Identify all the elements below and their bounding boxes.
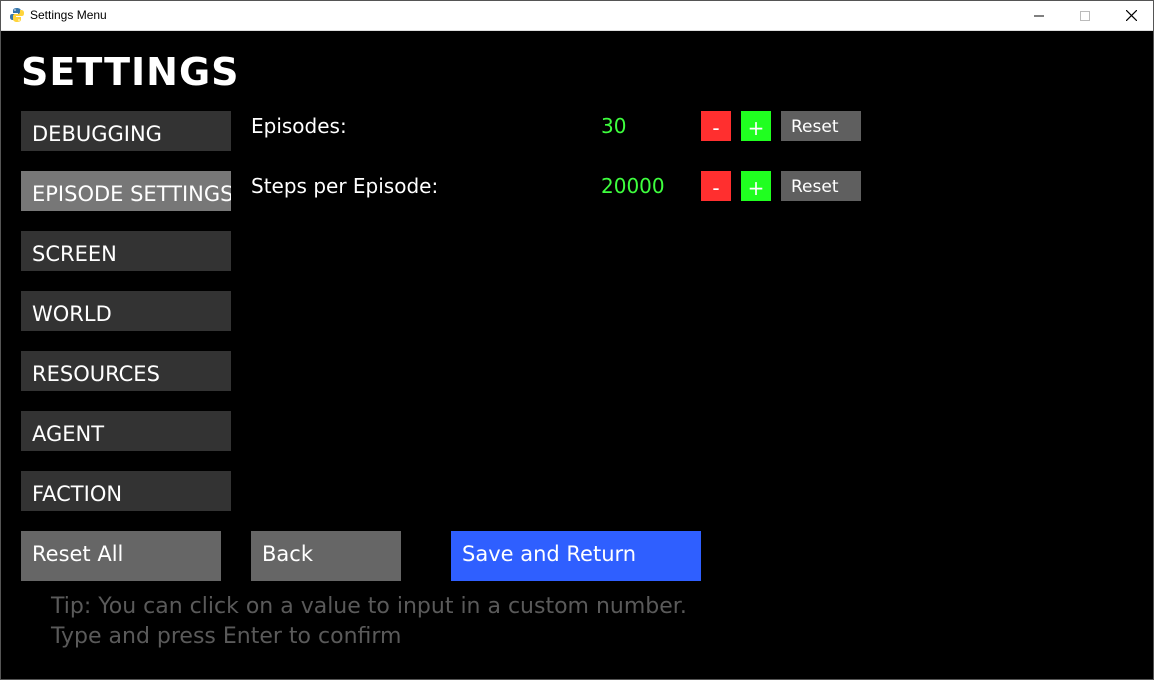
python-snake-icon	[10, 8, 24, 22]
episodes-reset-button[interactable]: Reset	[781, 111, 861, 141]
tip-line-1: Tip: You can click on a value to input i…	[51, 594, 687, 619]
steps-per-episode-increment-button[interactable]: +	[741, 171, 771, 201]
close-icon	[1125, 10, 1137, 21]
episodes-increment-button[interactable]: +	[741, 111, 771, 141]
window-title: Settings Menu	[30, 8, 107, 22]
category-agent-button[interactable]: AGENT	[21, 411, 231, 451]
steps-per-episode-value[interactable]: 20000	[601, 176, 665, 196]
minimize-icon	[1034, 15, 1044, 16]
save-and-return-button[interactable]: Save and Return	[451, 531, 701, 581]
category-episode-settings-button[interactable]: EPISODE SETTINGS	[21, 171, 231, 211]
minimize-button[interactable]	[1016, 0, 1062, 31]
episodes-decrement-button[interactable]: -	[701, 111, 731, 141]
category-faction-button[interactable]: FACTION	[21, 471, 231, 511]
close-button[interactable]	[1108, 0, 1154, 31]
window-titlebar: Settings Menu	[0, 0, 1154, 31]
settings-canvas: SETTINGS DEBUGGING EPISODE SETTINGS SCRE…	[1, 31, 1153, 679]
maximize-button[interactable]	[1062, 0, 1108, 31]
steps-per-episode-label: Steps per Episode:	[251, 174, 439, 198]
reset-all-button[interactable]: Reset All	[21, 531, 221, 581]
page-title: SETTINGS	[21, 50, 240, 94]
steps-per-episode-decrement-button[interactable]: -	[701, 171, 731, 201]
maximize-icon	[1080, 10, 1090, 21]
category-world-button[interactable]: WORLD	[21, 291, 231, 331]
episodes-label: Episodes:	[251, 114, 347, 138]
category-resources-button[interactable]: RESOURCES	[21, 351, 231, 391]
back-button[interactable]: Back	[251, 531, 401, 581]
episodes-value[interactable]: 30	[601, 116, 626, 136]
steps-per-episode-reset-button[interactable]: Reset	[781, 171, 861, 201]
tip-line-2: Type and press Enter to confirm	[51, 624, 402, 649]
category-debugging-button[interactable]: DEBUGGING	[21, 111, 231, 151]
category-screen-button[interactable]: SCREEN	[21, 231, 231, 271]
